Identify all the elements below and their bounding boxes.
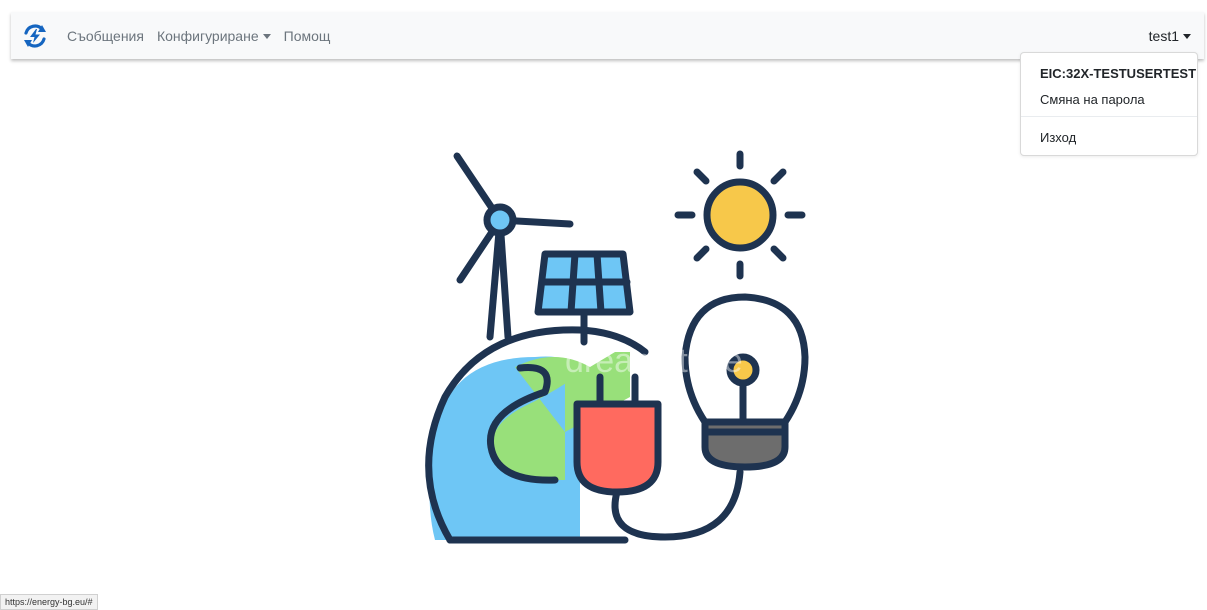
caret-down-icon	[262, 33, 271, 39]
caret-down-icon	[1183, 33, 1191, 39]
nav-configuration[interactable]: Конфигуриране	[157, 28, 271, 44]
user-dropdown-menu: EIC:32X-TESTUSERTEST Смяна на парола Изх…	[1020, 52, 1198, 156]
nav-help[interactable]: Помощ	[284, 28, 331, 44]
nav-configuration-label: Конфигуриране	[156, 27, 259, 44]
nav-messages[interactable]: Съобщения	[67, 28, 144, 44]
user-name: test1	[1148, 27, 1179, 44]
renewable-energy-illustration: dreamstime	[425, 150, 809, 544]
watermark-text: dreamstime	[565, 342, 743, 380]
dropdown-header-eic: EIC:32X-TESTUSERTEST	[1040, 66, 1197, 81]
sync-bolt-icon[interactable]	[22, 23, 48, 49]
dropdown-divider	[1021, 116, 1197, 117]
logout-item[interactable]: Изход	[1040, 130, 1076, 145]
change-password-item[interactable]: Смяна на парола	[1040, 92, 1145, 107]
status-bar-url: https://energy-bg.eu/#	[0, 594, 98, 610]
